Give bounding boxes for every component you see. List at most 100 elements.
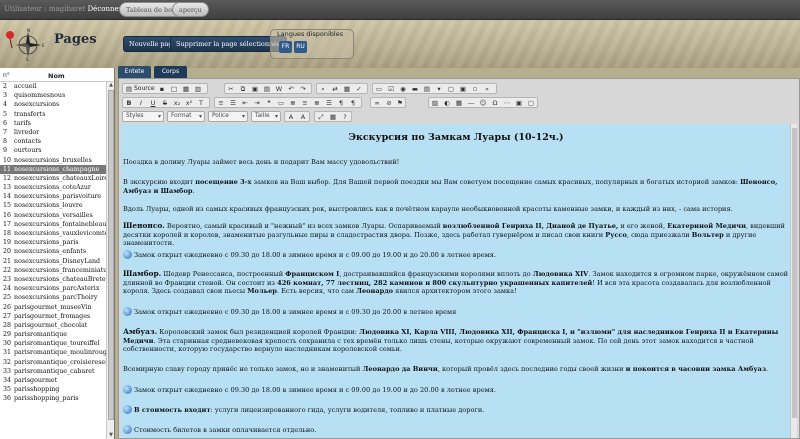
show-blocks-icon[interactable]: ▦ <box>328 112 338 122</box>
undo-icon[interactable]: ↶ <box>286 84 296 94</box>
source-label[interactable]: Source <box>134 85 155 92</box>
list-item[interactable]: 25 nosexcursions_parcThoiry <box>0 293 107 302</box>
radio-icon[interactable]: ◉ <box>398 84 408 94</box>
italic-icon[interactable]: I <box>136 98 146 108</box>
list-item[interactable]: 31 parisromantique_moulinrouge <box>0 348 107 357</box>
align-right-icon[interactable]: ≣ <box>312 98 322 108</box>
list-item[interactable]: 23 nosexcursions_chateauBreteuil <box>0 275 107 284</box>
list-item[interactable]: 8 contacts <box>0 137 107 146</box>
form-icon[interactable]: ▭ <box>374 84 384 94</box>
cut-icon[interactable]: ✂ <box>226 84 236 94</box>
underline-icon[interactable]: U <box>148 98 158 108</box>
scroll-down-icon[interactable]: ▼ <box>107 432 114 439</box>
table-icon[interactable]: ▦ <box>454 98 464 108</box>
align-left-icon[interactable]: ≣ <box>288 98 298 108</box>
list-item[interactable]: 28 parisgourmet_chocolat <box>0 321 107 330</box>
outdent-icon[interactable]: ⇤ <box>240 98 250 108</box>
list-item[interactable]: 5 transferts <box>0 110 107 119</box>
superscript-icon[interactable]: x² <box>184 98 194 108</box>
tab-corps[interactable]: Corps <box>154 66 187 78</box>
redo-icon[interactable]: ↷ <box>298 84 308 94</box>
numbered-list-icon[interactable]: ≡ <box>216 98 226 108</box>
list-item[interactable]: 15 nosexcursions_louvre <box>0 201 107 210</box>
list-item[interactable]: 29 parisromantique <box>0 330 107 339</box>
templates-icon[interactable]: ▥ <box>193 84 203 94</box>
textfield-icon[interactable]: ▬ <box>410 84 420 94</box>
rtl-icon[interactable]: ¶ <box>348 98 358 108</box>
list-item[interactable]: 13 nosexcursions_coteAzur <box>0 183 107 192</box>
scroll-up-icon[interactable]: ▲ <box>107 82 114 89</box>
lang-ru-button[interactable]: RU <box>294 41 307 53</box>
list-item[interactable]: 11 nosexcursions_champagne <box>0 164 107 174</box>
div-icon[interactable]: ▭ <box>276 98 286 108</box>
format-dropdown[interactable]: Format <box>167 111 205 122</box>
remove-format-icon[interactable]: T <box>196 98 206 108</box>
align-center-icon[interactable]: ≡ <box>300 98 310 108</box>
select-all-icon[interactable]: ▦ <box>342 84 352 94</box>
more-icon[interactable]: » <box>482 84 492 94</box>
text-color-icon[interactable]: A <box>286 112 296 122</box>
list-item[interactable]: 17 nosexcursions_fontainebleau <box>0 220 107 229</box>
preview-icon[interactable]: ▦ <box>181 84 191 94</box>
unlink-icon[interactable]: ⊘ <box>384 98 394 108</box>
list-item[interactable]: 12 nosexcursions_chateauxLoire <box>0 174 107 183</box>
list-item[interactable]: 22 nosexcursions_franceminiature <box>0 266 107 275</box>
button-field-icon[interactable]: ▢ <box>446 84 456 94</box>
image-button-icon[interactable]: ▣ <box>458 84 468 94</box>
checkbox-icon[interactable]: ☑ <box>386 84 396 94</box>
spellcheck-icon[interactable]: ✓ <box>354 84 364 94</box>
list-item[interactable]: 24 nosexcursions_parcAsterix <box>0 284 107 293</box>
ltr-icon[interactable]: ¶ <box>336 98 346 108</box>
list-item[interactable]: 3 quisommesnous <box>0 91 107 100</box>
subscript-icon[interactable]: x₂ <box>172 98 182 108</box>
hidden-field-icon[interactable]: ▫ <box>470 84 480 94</box>
strike-icon[interactable]: S <box>160 98 170 108</box>
bullet-list-icon[interactable]: ☰ <box>228 98 238 108</box>
replace-icon[interactable]: ⇄ <box>330 84 340 94</box>
flash-icon[interactable]: ◐ <box>442 98 452 108</box>
pagebreak-icon[interactable]: ⋯ <box>502 98 512 108</box>
list-item[interactable]: 30 parisromantique_toureiffel <box>0 339 107 348</box>
list-item[interactable]: 9 ourtours <box>0 146 107 155</box>
new-document-icon[interactable]: □ <box>169 84 179 94</box>
list-item[interactable]: 7 livredor <box>0 128 107 137</box>
special-char-icon[interactable]: Ω <box>490 98 500 108</box>
paste-text-icon[interactable]: ▤ <box>262 84 272 94</box>
indent-icon[interactable]: ⇥ <box>252 98 262 108</box>
about-icon[interactable]: ? <box>340 112 350 122</box>
save-icon[interactable]: ▪ <box>157 84 167 94</box>
source-icon[interactable]: ▤ <box>124 84 134 94</box>
list-item[interactable]: 14 nosexcursions_parisvoiture <box>0 192 107 201</box>
editor-content[interactable]: Экскурсия по Замкам Луары (10-12ч.) Поез… <box>121 124 797 438</box>
smiley-icon[interactable]: ☺ <box>478 98 488 108</box>
page-list-scrollbar[interactable]: ▲ ▼ <box>106 82 114 439</box>
hr-icon[interactable]: ― <box>466 98 476 108</box>
list-item[interactable]: 27 parisgourmet_fromages <box>0 312 107 321</box>
list-item[interactable]: 21 nosexcursions_DisneyLand <box>0 257 107 266</box>
textarea-icon[interactable]: ▤ <box>422 84 432 94</box>
size-dropdown[interactable]: Taille <box>251 111 281 122</box>
preview-button[interactable]: aperçu <box>172 2 209 17</box>
bold-icon[interactable]: B <box>124 98 134 108</box>
bg-color-icon[interactable]: A <box>298 112 308 122</box>
list-item[interactable]: 32 parisromantique_croisiereseine <box>0 358 107 367</box>
maximize-icon[interactable]: ⤢ <box>316 112 326 122</box>
scroll-thumb[interactable] <box>108 90 114 420</box>
styles-dropdown[interactable]: Styles <box>122 111 164 122</box>
list-item[interactable]: 16 nosexcursions_versailles <box>0 211 107 220</box>
content-scroll-thumb[interactable] <box>792 128 797 418</box>
list-item[interactable]: 35 parisshopping <box>0 385 107 394</box>
list-item[interactable]: 18 nosexcursions_vauxlevicomte <box>0 229 107 238</box>
list-item[interactable]: 36 parisshopping_paris <box>0 394 107 403</box>
anchor-icon[interactable]: ⚑ <box>395 98 405 108</box>
iframe-icon[interactable]: ▣ <box>514 98 524 108</box>
image-icon[interactable]: ▨ <box>430 98 440 108</box>
content-scrollbar[interactable] <box>790 124 797 438</box>
list-item[interactable]: 4 nosexcursions <box>0 100 107 109</box>
list-item[interactable]: 33 parisromantique_cabaret <box>0 367 107 376</box>
list-item[interactable]: 6 tarifs <box>0 119 107 128</box>
select-field-icon[interactable]: ▾ <box>434 84 444 94</box>
blockquote-icon[interactable]: ❝ <box>264 98 274 108</box>
list-item[interactable]: 26 parisgourmet_museeVin <box>0 303 107 312</box>
list-item[interactable]: 20 nosexcursions_enfants <box>0 247 107 256</box>
